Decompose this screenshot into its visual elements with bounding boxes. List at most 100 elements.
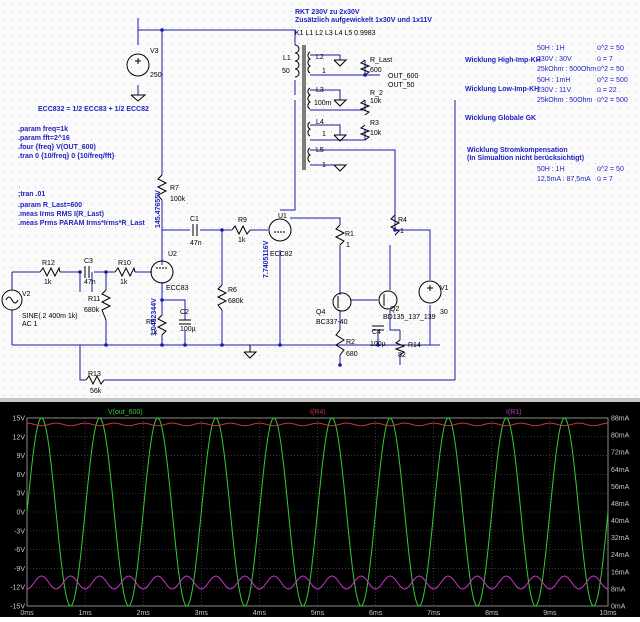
x-tick-label: 2ms — [137, 610, 151, 617]
label-c4: C4 — [372, 329, 381, 336]
label-r-2: R_2 — [370, 90, 383, 97]
directive-b-0: ;tran .01 — [18, 191, 45, 198]
hk-l1: 50H : 1H — [537, 45, 565, 52]
label-l3: L3 — [316, 87, 324, 94]
directive-a-1: .param fft=2^16 — [18, 134, 70, 142]
label-r2: R2 — [346, 339, 355, 346]
sk-l2: 12,5mA : 87,5mA — [537, 176, 591, 183]
label-r6: R6 — [228, 287, 237, 294]
y-left-tick-label: 12V — [13, 434, 26, 441]
label-r14-value: 82 — [398, 352, 406, 359]
label-r7: R7 — [170, 185, 179, 192]
label-r11: R11 — [88, 296, 100, 303]
label-r12-value: 1k — [44, 279, 52, 286]
label-r9: R9 — [238, 217, 247, 224]
y-left-tick-label: 15V — [13, 416, 26, 423]
label-r9-value: 1k — [238, 237, 246, 244]
directive-b-2: .meas Irms RMS I(R_Last) — [18, 211, 104, 218]
legend-i-r1[interactable]: I(R1) — [506, 409, 522, 416]
label-r11-value: 680k — [84, 307, 100, 314]
label-c1: C1 — [190, 216, 199, 223]
label-l5: L5 — [316, 147, 324, 154]
label-r-last-value: 600 — [370, 67, 382, 74]
directive-b-3: .meas Prms PARAM Irms*Irms*R_Last — [18, 220, 145, 227]
y-left-tick-label: -9V — [14, 566, 25, 573]
y-right-tick-label: 48mA — [611, 501, 630, 508]
label-r1: R1 — [345, 231, 354, 238]
label-v2-ac: AC 1 — [22, 321, 38, 328]
x-tick-label: 3ms — [195, 610, 209, 617]
label-l3-value: 100m — [314, 100, 332, 107]
label-c3-value: 47n — [84, 279, 96, 286]
lk-l2: 230V : 11V — [537, 87, 571, 94]
waveform-pane: 0ms 1ms 2ms 3ms 4ms 5ms 6ms 7ms 8ms 9ms 10ms 15V 12V… — [0, 402, 640, 617]
y-right-tick-label: 24mA — [611, 552, 630, 559]
y-right-tick-label: 0mA — [611, 604, 626, 611]
y-left-tick-label: -6V — [14, 547, 25, 554]
label-r13: R13 — [88, 371, 101, 378]
label-r2-value: 680 — [346, 351, 358, 358]
directive-b-1: .param R_Last=600 — [18, 202, 82, 209]
legend-i-r4[interactable]: I(R4) — [310, 409, 326, 416]
hk-r2: ü = 7 — [597, 56, 613, 63]
label-r-last: R_Last — [370, 57, 392, 64]
hk-l3: 25kOhm : 500Ohm — [537, 66, 596, 73]
label-r7-value: 100k — [170, 196, 186, 203]
label-v2: V2 — [22, 291, 31, 298]
x-tick-label: 0ms — [20, 610, 34, 617]
lk-r1: ü^2 = 500 — [597, 77, 628, 84]
y-left-tick-label: 9V — [16, 453, 25, 460]
y-right-tick-label: 80mA — [611, 433, 630, 440]
x-tick-label: 4ms — [253, 610, 267, 617]
directive-a-0: .param freq=1k — [18, 126, 68, 133]
label-q2: Q2 — [390, 306, 399, 313]
x-tick-label: 6ms — [369, 610, 383, 617]
x-tick-label: 9ms — [543, 610, 557, 617]
hk-r1: ü^2 = 50 — [597, 45, 624, 52]
sk-title-1: Wicklung Stromkompensation — [467, 147, 568, 154]
sk-l1: 50H : 1H — [537, 166, 565, 173]
legend-v-out-600[interactable]: V(out_600) — [108, 409, 143, 416]
label-q2-value: BD135_137_139 — [383, 314, 436, 321]
tube-note: ECC832 = 1/2 ECC83 + 1/2 ECC82 — [38, 106, 149, 113]
title-line-2: Zusätzlich aufgewickelt 1x30V und 1x11V — [295, 17, 432, 24]
gk-title: Wicklung Globale GK — [465, 115, 536, 122]
label-r1-value: 1 — [346, 242, 350, 249]
hk-l2: 230V : 30V — [537, 56, 572, 63]
label-v2-value: SINE(.2 400m 1k) — [22, 313, 78, 320]
label-l1-value: 50 — [282, 68, 290, 75]
label-r14: R14 — [408, 342, 421, 349]
node-voltage-2: 7.7405116V — [263, 240, 270, 278]
y-right-tick-label: 32mA — [611, 535, 630, 542]
label-c4-value: 100µ — [370, 341, 386, 348]
y-right-tick-label: 40mA — [611, 518, 630, 525]
label-l4-value: 1 — [322, 131, 326, 138]
label-l2: L2 — [316, 54, 324, 61]
label-l5-value: 1 — [322, 162, 326, 169]
coupling-statement: K1 L1 L2 L3 L4 L5 0.9983 — [295, 30, 376, 37]
label-u1: U1 — [278, 213, 287, 220]
waveform-plot: 0ms 1ms 2ms 3ms 4ms 5ms 6ms 7ms 8ms 9ms 10ms 15V 12V… — [10, 409, 630, 617]
label-r-2-value: 10k — [370, 98, 382, 105]
x-tick-label: 10ms — [599, 610, 617, 617]
schematic-canvas: RKT 230V zu 2x30V Zusätzlich aufgewickel… — [0, 0, 640, 398]
label-l1: L1 — [283, 55, 291, 62]
label-l4: L4 — [316, 119, 324, 126]
label-r6-value: 680k — [228, 298, 244, 305]
y-left-tick-label: 6V — [16, 472, 25, 479]
label-v1: V1 — [440, 285, 449, 292]
label-r3-value: 10k — [370, 130, 382, 137]
label-v1-value: 30 — [440, 309, 448, 316]
label-r10: R10 — [118, 260, 131, 267]
label-l2-value: 1 — [322, 68, 326, 75]
label-c1-value: 47n — [190, 240, 202, 247]
label-r4: R4 — [398, 217, 407, 224]
label-out-600: OUT_600 — [388, 73, 418, 80]
label-u1-value: ECC82 — [270, 251, 293, 258]
schematic-pane: RKT 230V zu 2x30V Zusätzlich aufgewickel… — [0, 0, 640, 398]
y-left-tick-label: -12V — [10, 585, 25, 592]
lk-l1: 50H : 1mH — [537, 77, 570, 84]
y-left-tick-label: 3V — [16, 491, 25, 498]
y-left-tick-label: -15V — [10, 604, 25, 611]
label-r13-value: 56k — [90, 388, 102, 395]
